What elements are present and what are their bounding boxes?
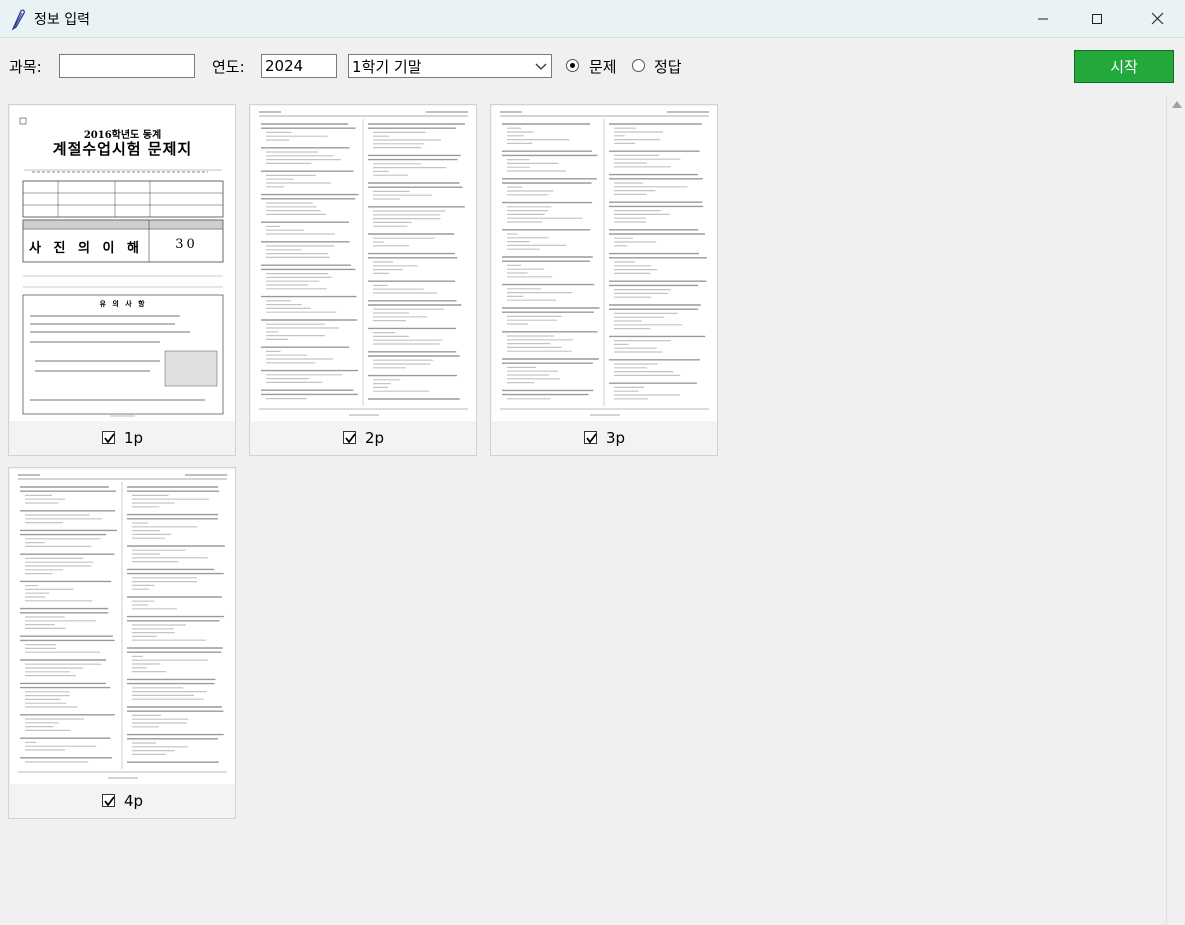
close-button[interactable] (1134, 0, 1180, 37)
vertical-scrollbar[interactable] (1166, 95, 1185, 925)
cover-notes-heading: 유 의 사 항 (99, 299, 147, 308)
page-card-4[interactable]: 4p (8, 467, 236, 819)
checkmark-icon (586, 433, 597, 444)
year-input[interactable] (261, 54, 337, 78)
subject-input[interactable] (59, 54, 195, 78)
page-label-3: 3p (606, 429, 626, 447)
question-page-drawing (500, 111, 709, 416)
question-page-drawing (18, 474, 227, 779)
page-checkbox-3[interactable] (584, 431, 597, 444)
scroll-up-arrow-icon[interactable] (1172, 101, 1182, 108)
cover-subject: 사 진 의 이 해 (29, 241, 143, 256)
chevron-down-icon (535, 63, 547, 70)
radio-question[interactable] (566, 59, 579, 72)
question-page-drawing (259, 111, 468, 416)
page-thumbnail-4[interactable] (10, 469, 235, 784)
close-icon (1151, 12, 1163, 25)
page-thumbnail-2[interactable] (251, 106, 476, 421)
page-label-1: 1p (124, 429, 144, 447)
page-thumbnail-1[interactable]: 2016학년도 동계 계절수업시험 문제지 사 진 의 이 해 30 유 의 사… (10, 106, 235, 421)
maximize-button[interactable] (1074, 0, 1120, 37)
page-thumbnail-3[interactable] (492, 106, 717, 421)
feather-icon (11, 9, 25, 30)
page-card-3[interactable]: 3p (490, 104, 718, 456)
cover-title: 계절수업시험 문제지 (52, 140, 193, 158)
page-label-4: 4p (124, 792, 144, 810)
minimize-icon (1038, 18, 1048, 19)
checkmark-icon (104, 796, 115, 807)
year-label: 연도: (212, 58, 245, 76)
checkmark-icon (345, 433, 356, 444)
start-button-label: 시작 (1110, 58, 1138, 76)
term-select[interactable]: 1학기 기말 (348, 54, 552, 78)
title-bar: 정보 입력 (0, 0, 1185, 38)
page-checkbox-4[interactable] (102, 794, 115, 807)
page-checkbox-1[interactable] (102, 431, 115, 444)
page-label-2: 2p (365, 429, 385, 447)
start-button[interactable]: 시작 (1074, 50, 1174, 83)
page-checkbox-2[interactable] (343, 431, 356, 444)
maximize-icon (1092, 13, 1102, 24)
term-select-value: 1학기 기말 (352, 58, 422, 76)
subject-label: 과목: (9, 58, 42, 76)
radio-answer-label: 정답 (654, 58, 682, 76)
cover-code: 30 (175, 237, 198, 252)
window-title: 정보 입력 (34, 12, 90, 28)
radio-question-label: 문제 (589, 58, 617, 76)
radio-answer[interactable] (632, 59, 645, 72)
page-card-1[interactable]: 2016학년도 동계 계절수업시험 문제지 사 진 의 이 해 30 유 의 사… (8, 104, 236, 456)
minimize-button[interactable] (1020, 0, 1066, 37)
checkmark-icon (104, 433, 115, 444)
page-card-2[interactable]: 2p (249, 104, 477, 456)
